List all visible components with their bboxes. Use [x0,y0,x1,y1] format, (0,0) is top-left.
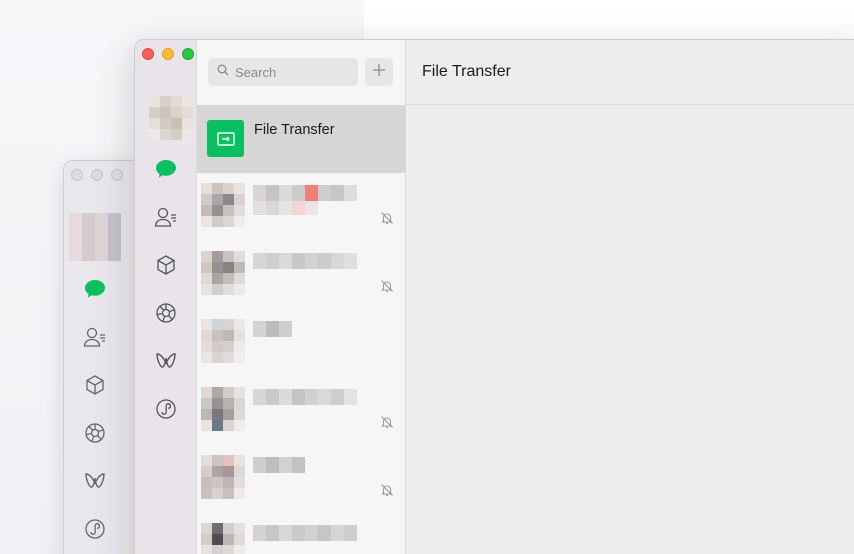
muted-bell-icon [381,212,393,225]
list-item[interactable] [197,377,406,445]
chat-list-pane: File Transfer [197,40,445,554]
list-item[interactable] [197,173,406,241]
mini-programs-icon[interactable] [153,396,179,422]
add-button[interactable] [365,58,393,86]
muted-bell-icon [381,280,393,293]
channels-icon[interactable] [83,469,107,493]
obscured-preview [253,201,318,215]
obscured-name [253,253,357,269]
minimize-button[interactable] [91,169,103,181]
avatar [201,183,245,227]
list-item[interactable] [197,309,406,377]
obscured-name [253,457,305,473]
background-window-controls [71,169,123,181]
obscured-name [253,525,357,541]
maximize-button[interactable] [111,169,123,181]
moments-icon[interactable] [83,421,107,445]
window-controls [142,48,194,60]
avatar[interactable] [69,213,121,261]
avatar [201,455,245,499]
avatar [201,523,245,554]
obscured-name [253,389,357,405]
favorites-icon[interactable] [83,373,107,397]
obscured-name [253,185,357,201]
file-transfer-icon [216,131,235,146]
background-sidebar [64,161,125,554]
close-button[interactable] [142,48,154,60]
list-item[interactable] [197,445,406,513]
maximize-button[interactable] [182,48,194,60]
avatar [201,251,245,295]
avatar [201,319,245,363]
chat-title: File Transfer [422,63,511,80]
search-input[interactable] [235,64,345,80]
muted-bell-icon [381,416,393,429]
favorites-icon[interactable] [153,252,179,278]
moments-icon[interactable] [153,300,179,326]
chat-icon[interactable] [153,156,179,182]
sidebar [135,40,197,554]
file-transfer-avatar [207,120,244,157]
contacts-icon[interactable] [153,204,179,230]
avatar[interactable] [149,96,193,140]
list-item[interactable] [197,241,406,309]
obscured-name [253,321,292,337]
close-button[interactable] [71,169,83,181]
avatar [201,387,245,431]
chat-header: File Transfer [406,40,854,105]
chat-item-file-transfer[interactable]: File Transfer [197,105,406,173]
wechat-window[interactable]: File Transfer [134,39,854,554]
plus-icon [373,63,385,81]
chat-area: File Transfer [406,40,854,554]
search-icon [217,63,229,81]
channels-icon[interactable] [153,348,179,374]
chat-name: File Transfer [254,122,335,138]
minimize-button[interactable] [162,48,174,60]
list-item[interactable] [197,513,406,554]
chat-icon[interactable] [83,277,107,301]
mini-programs-icon[interactable] [83,517,107,541]
contacts-icon[interactable] [83,325,107,349]
search-field[interactable] [208,58,358,86]
muted-bell-icon [381,484,393,497]
